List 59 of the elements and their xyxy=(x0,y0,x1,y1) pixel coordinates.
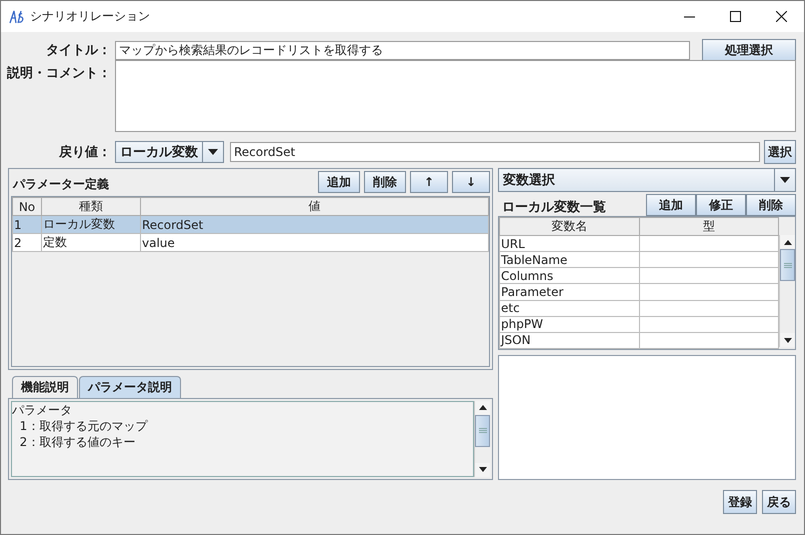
field-label: タイトル： xyxy=(45,42,111,59)
table-cell: etc xyxy=(500,300,639,316)
footer-button[interactable]: 戻る xyxy=(762,490,796,514)
panel-title: ローカル変数一覧 xyxy=(501,198,606,216)
panel-title: パラメーター定義 xyxy=(12,176,109,193)
return-value-input[interactable]: RecordSet xyxy=(230,142,760,162)
scroll-up-icon[interactable] xyxy=(478,405,486,410)
tab[interactable]: 機能説明 xyxy=(12,376,78,398)
field-label: 説明・コメント： xyxy=(6,65,111,82)
app-logo-icon xyxy=(9,10,25,24)
table-row[interactable]: 2 定数 value xyxy=(12,234,488,252)
variable-select-dropdown[interactable]: 変数選択 xyxy=(498,168,796,192)
column-header[interactable]: 変数名 xyxy=(500,218,639,236)
toolbar-button[interactable]: 削除 xyxy=(364,171,406,193)
description-line: パラメータ xyxy=(12,402,73,418)
scroll-down-icon[interactable] xyxy=(784,338,792,342)
title-input[interactable]: マップから検索結果のレコードリストを取得する xyxy=(115,40,690,60)
footer-button[interactable]: 登録 xyxy=(723,490,757,514)
column-header[interactable]: No xyxy=(12,198,42,216)
table-cell: URL xyxy=(500,236,639,252)
table-cell: ローカル変数 xyxy=(42,216,140,234)
table-cell: JSON xyxy=(500,332,639,348)
description-line: 1：取得する元のマップ xyxy=(18,418,149,434)
table-cell: Columns xyxy=(500,268,639,284)
table-cell: TableName xyxy=(500,252,639,268)
vertical-scrollbar[interactable] xyxy=(474,400,490,477)
table-cell: 1 xyxy=(12,216,42,234)
table-cell: 2 xyxy=(12,234,42,252)
toolbar-button[interactable]: 追加 xyxy=(318,171,360,193)
toolbar-button[interactable]: 追加 xyxy=(646,194,696,216)
tab[interactable]: パラメータ説明 xyxy=(79,376,181,398)
column-header[interactable]: 種類 xyxy=(42,198,140,216)
select-button[interactable]: 選択 xyxy=(764,140,796,164)
table-cell: 定数 xyxy=(42,234,140,252)
dropdown-arrow-icon xyxy=(780,177,790,183)
table-row[interactable]: 1 ローカル変数 RecordSet xyxy=(12,216,488,234)
scroll-down-icon[interactable] xyxy=(478,467,486,472)
scroll-up-icon[interactable] xyxy=(784,240,792,244)
return-type-dropdown[interactable]: ローカル変数 xyxy=(115,141,224,163)
table-cell: Parameter xyxy=(500,284,639,300)
description-line: 2：取得する値のキー xyxy=(18,434,136,450)
toolbar-button[interactable]: ↓ xyxy=(452,171,490,193)
grip-icon xyxy=(784,262,792,268)
table-cell: RecordSet xyxy=(140,216,488,234)
process-select-button[interactable]: 処理選択 xyxy=(702,39,796,61)
table-cell: phpPW xyxy=(500,316,639,332)
toolbar-button[interactable]: 削除 xyxy=(746,194,796,216)
column-header[interactable]: 値 xyxy=(140,198,488,216)
vertical-scrollbar[interactable] xyxy=(779,235,795,347)
column-header[interactable]: 型 xyxy=(639,218,778,236)
toolbar-button[interactable]: 修正 xyxy=(696,194,746,216)
table-cell: value xyxy=(140,234,488,252)
toolbar-button[interactable]: ↑ xyxy=(410,171,448,193)
dropdown-arrow-icon xyxy=(208,149,218,155)
field-label: 戻り値： xyxy=(58,144,111,161)
grip-icon xyxy=(478,428,486,434)
description-textarea[interactable]: パラメータ 1：取得する元のマップ 2：取得する値のキー xyxy=(11,400,474,477)
comment-textarea[interactable] xyxy=(115,60,796,132)
window-title: シナリオリレーション xyxy=(30,8,150,25)
